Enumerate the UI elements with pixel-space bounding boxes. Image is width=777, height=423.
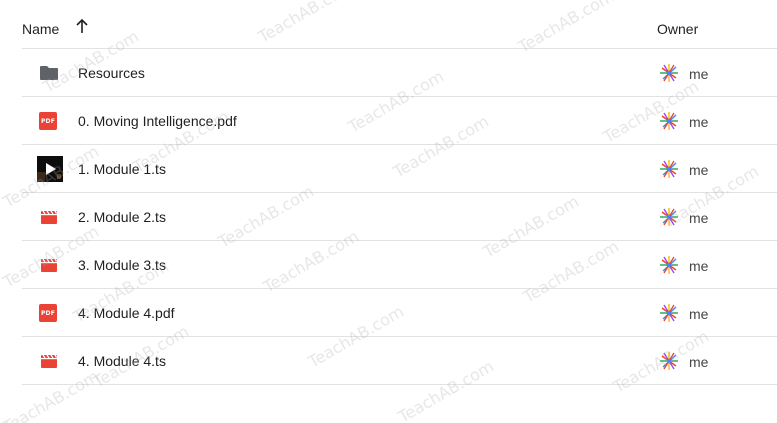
- owner-avatar: [658, 110, 680, 132]
- owner-name: me: [689, 354, 709, 370]
- video-thumbnail: [37, 156, 63, 182]
- owner-avatar: [658, 254, 680, 276]
- owner-name: me: [689, 114, 709, 130]
- sort-ascending-icon[interactable]: [75, 18, 89, 34]
- pdf-icon-label: PDF: [39, 304, 57, 322]
- file-name: 4. Module 4.ts: [78, 353, 166, 369]
- file-name: 3. Module 3.ts: [78, 257, 166, 273]
- owner-name: me: [689, 210, 709, 226]
- owner-avatar: [658, 302, 680, 324]
- file-row[interactable]: 2. Module 2.ts me: [22, 193, 777, 241]
- file-row[interactable]: 1. Module 1.ts me: [22, 145, 777, 193]
- owner-column-label: Owner: [657, 21, 699, 37]
- name-column-header[interactable]: Name: [22, 18, 89, 37]
- file-name: 0. Moving Intelligence.pdf: [78, 113, 237, 129]
- pdf-icon: PDF: [39, 112, 59, 130]
- file-name: 1. Module 1.ts: [78, 161, 166, 177]
- pdf-icon-label: PDF: [39, 112, 57, 130]
- file-name: 2. Module 2.ts: [78, 209, 166, 225]
- file-list: Name Owner Resources me PDF 0. Moving In…: [22, 0, 777, 385]
- owner-column-header[interactable]: Owner: [657, 21, 698, 37]
- owner-avatar: [658, 158, 680, 180]
- pdf-icon: PDF: [39, 304, 59, 322]
- name-column-label: Name: [22, 21, 60, 37]
- video-icon: [39, 352, 59, 370]
- video-icon: [39, 208, 59, 226]
- owner-name: me: [689, 162, 709, 178]
- file-name: Resources: [78, 65, 145, 81]
- owner-avatar: [658, 206, 680, 228]
- owner-avatar: [658, 350, 680, 372]
- file-row[interactable]: 3. Module 3.ts me: [22, 241, 777, 289]
- list-header: Name Owner: [22, 0, 777, 49]
- owner-name: me: [689, 258, 709, 274]
- owner-name: me: [689, 306, 709, 322]
- file-row[interactable]: 4. Module 4.ts me: [22, 337, 777, 385]
- folder-icon: [39, 64, 59, 82]
- file-row[interactable]: Resources me: [22, 49, 777, 97]
- file-row[interactable]: PDF 0. Moving Intelligence.pdf me: [22, 97, 777, 145]
- file-row[interactable]: PDF 4. Module 4.pdf me: [22, 289, 777, 337]
- file-name: 4. Module 4.pdf: [78, 305, 175, 321]
- owner-avatar: [658, 62, 680, 84]
- video-icon: [39, 256, 59, 274]
- owner-name: me: [689, 66, 709, 82]
